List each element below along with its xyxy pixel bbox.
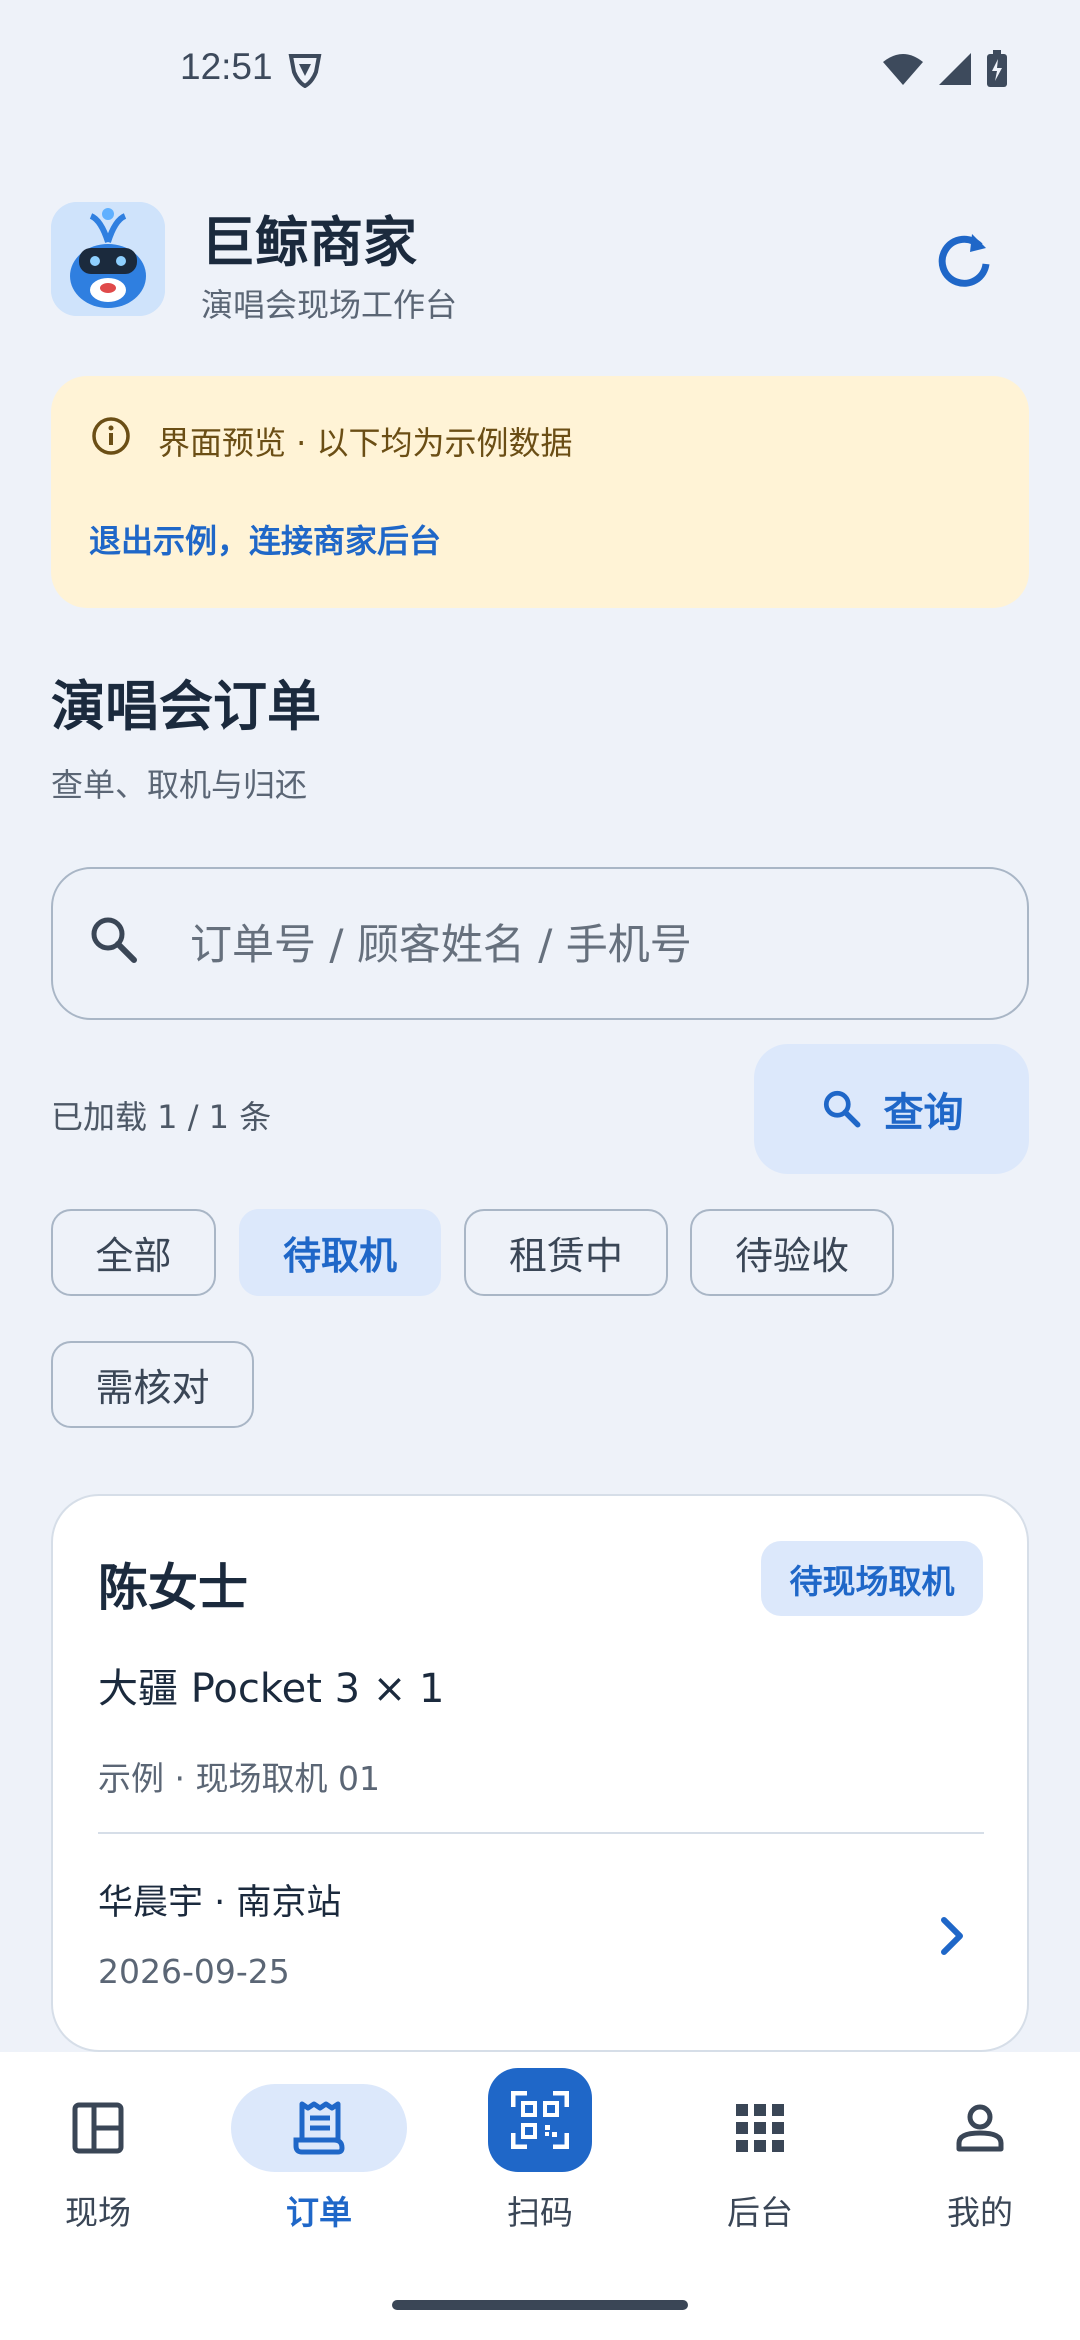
dashboard-icon (72, 2102, 124, 2154)
person-icon (956, 2104, 1004, 2152)
search-icon (86, 912, 142, 968)
nav-label-site: 现场 (65, 2193, 131, 2232)
nav-label-orders: 订单 (286, 2193, 352, 2232)
loaded-count: 已加载 1 / 1 条 (51, 1098, 272, 1136)
search-input[interactable] (190, 912, 970, 976)
concert-date: 2026-09-25 (98, 1952, 290, 1991)
bottom-nav: 现场 订单 扫码 后台 我的 (0, 2052, 1080, 2340)
nav-label-scan: 扫码 (507, 2193, 573, 2232)
product-line: 大疆 Pocket 3 × 1 (98, 1666, 445, 1712)
query-button[interactable]: 查询 (754, 1044, 1029, 1174)
nav-item-scan[interactable]: 扫码 (452, 2068, 628, 2234)
refresh-icon (938, 234, 990, 287)
nav-label-mine: 我的 (947, 2193, 1013, 2232)
nav-item-mine[interactable]: 我的 (892, 2084, 1068, 2234)
wifi-icon (883, 54, 923, 85)
nav-item-site[interactable]: 现场 (10, 2084, 186, 2234)
query-button-label: 查询 (883, 1090, 964, 1136)
scan-button (488, 2068, 592, 2172)
refresh-button[interactable] (932, 226, 996, 290)
receipt-icon (293, 2101, 345, 2155)
card-divider (98, 1832, 984, 1834)
nav-item-orders[interactable]: 订单 (231, 2084, 407, 2234)
nav-icon-container (231, 2084, 407, 2172)
app-title: 巨鲸商家 (201, 211, 417, 274)
nav-item-backend[interactable]: 后台 (672, 2084, 848, 2234)
search-icon (823, 1090, 860, 1128)
nav-label-backend: 后台 (727, 2193, 793, 2232)
apps-grid-icon (736, 2104, 784, 2152)
customer-name: 陈女士 (98, 1559, 248, 1617)
filter-chip-pending-pickup[interactable]: 待取机 (239, 1209, 441, 1296)
section-title: 演唱会订单 (51, 675, 321, 738)
filter-chip-renting[interactable]: 租赁中 (464, 1209, 668, 1296)
vpn-shield-icon (288, 52, 322, 92)
home-indicator[interactable] (392, 2300, 688, 2310)
app-logo (51, 202, 165, 316)
banner-text: 界面预览 · 以下均为示例数据 (158, 424, 573, 462)
exit-demo-link[interactable]: 退出示例，连接商家后台 (89, 516, 441, 562)
filter-chip-pending-inspection[interactable]: 待验收 (690, 1209, 894, 1296)
filter-chip-needs-review[interactable]: 需核对 (51, 1341, 254, 1428)
nav-icon-container (10, 2084, 186, 2172)
filter-chip-all[interactable]: 全部 (51, 1209, 216, 1296)
section-subtitle: 查单、取机与归还 (51, 766, 308, 804)
order-note: 示例 · 现场取机 01 (98, 1759, 380, 1798)
status-time: 12:51 (180, 46, 273, 87)
concert-info: 华晨宇 · 南京站 (98, 1883, 342, 1923)
chevron-right-icon[interactable] (932, 1912, 972, 1960)
qr-scan-icon (511, 2091, 569, 2149)
nav-icon-container (452, 2068, 628, 2172)
nav-icon-container (892, 2084, 1068, 2172)
status-badge: 待现场取机 (761, 1541, 983, 1616)
demo-banner (51, 376, 1029, 608)
info-icon (91, 416, 131, 456)
app-subtitle: 演唱会现场工作台 (201, 286, 458, 324)
battery-icon (987, 50, 1007, 87)
status-icons (882, 50, 1008, 88)
cell-signal-icon (939, 53, 971, 85)
nav-icon-container (672, 2084, 848, 2172)
